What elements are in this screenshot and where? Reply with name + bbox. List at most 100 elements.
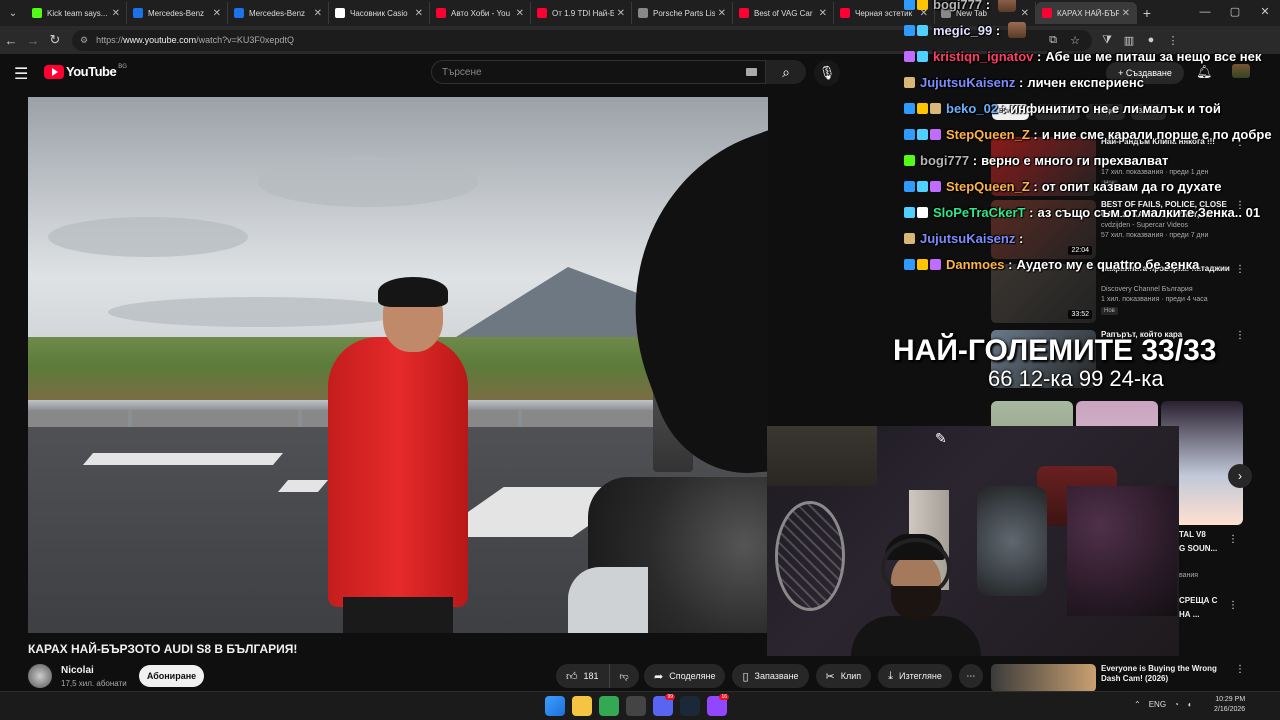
new-tab-button[interactable]: + <box>1137 5 1157 21</box>
chat-message: kristiqn_ignatov : Абе ше ме питаш за нещ… <box>904 46 1261 66</box>
video-title[interactable]: Everyone is Buying the Wrong Dash Cam! (… <box>1101 664 1236 684</box>
youtube-logo[interactable]: YouTube BG <box>44 64 127 79</box>
clock[interactable]: 10:29 PM 2/16/2026 <box>1214 695 1245 715</box>
close-tab-icon[interactable]: ✕ <box>819 8 827 19</box>
browser-tab[interactable]: Авто Хоби - You ✕ <box>430 2 531 24</box>
webcam-streamer-body <box>851 616 981 656</box>
language-indicator[interactable]: ENG <box>1149 700 1166 709</box>
tab-search-icon[interactable]: ⌄ <box>0 0 26 26</box>
browser-tab[interactable]: Mercedes-Benz ✕ <box>127 2 228 24</box>
channel-name[interactable]: Nicolai <box>61 665 94 676</box>
search-input[interactable]: Търсене <box>431 60 766 84</box>
subscribe-button[interactable]: Абониране <box>139 665 204 687</box>
chevron-right-icon[interactable]: › <box>1228 464 1252 488</box>
browser-tab[interactable]: Best of VAG Car ✕ <box>733 2 834 24</box>
close-tab-icon[interactable]: ✕ <box>1122 8 1130 19</box>
chat-username[interactable]: SloPeTraCkerT <box>933 205 1026 220</box>
file-explorer-icon[interactable] <box>572 696 592 716</box>
account-avatar[interactable] <box>1232 64 1250 78</box>
obs-icon[interactable] <box>626 696 646 716</box>
profile-icon[interactable]: ● <box>1140 34 1162 47</box>
extensions-icon[interactable]: ⧩ <box>1096 34 1118 47</box>
minimize-icon[interactable]: — <box>1190 0 1220 26</box>
notifications-bell-icon[interactable]: 🔔︎ <box>1196 64 1213 80</box>
chat-username[interactable]: beko_02 <box>946 101 998 116</box>
more-horiz-icon: ⋯ <box>966 670 976 681</box>
chat-separator: : <box>1033 48 1042 64</box>
download-button[interactable]: ⤓ Изтегляне <box>878 664 952 688</box>
close-tab-icon[interactable]: ✕ <box>213 8 221 19</box>
chat-username[interactable]: Danmoes <box>946 257 1005 272</box>
video-frame-cloud <box>258 157 478 207</box>
dislike-button[interactable]: 👎︎ <box>608 664 639 688</box>
more-vert-icon[interactable]: ⋮ <box>1235 264 1245 275</box>
steam-icon[interactable] <box>680 696 700 716</box>
chat-username[interactable]: megic_99 <box>933 23 992 38</box>
chrome-icon[interactable] <box>599 696 619 716</box>
like-button[interactable]: 👍︎ 181 <box>556 664 609 688</box>
windows-start-icon[interactable] <box>545 696 565 716</box>
more-vert-icon[interactable]: ⋮ <box>1235 330 1245 341</box>
chat-text: Аудето му е quattro бе зенка <box>1016 256 1200 272</box>
search-button[interactable]: ⌕ <box>766 60 806 84</box>
close-window-icon[interactable]: ✕ <box>1250 0 1280 26</box>
forward-icon[interactable]: → <box>22 33 44 48</box>
browser-tab[interactable]: КАРАХ НАЙ-БЪР ✕ <box>1036 2 1137 24</box>
close-tab-icon[interactable]: ✕ <box>516 8 524 19</box>
browser-tab[interactable]: Kick team says... ✕ <box>26 2 127 24</box>
keyboard-icon[interactable] <box>746 68 757 76</box>
close-tab-icon[interactable]: ✕ <box>415 8 423 19</box>
close-tab-icon[interactable]: ✕ <box>1021 8 1029 19</box>
webcam-headset <box>881 538 951 598</box>
close-tab-icon[interactable]: ✕ <box>718 8 726 19</box>
shelf-item-title[interactable]: TAL V8 <box>1179 530 1206 539</box>
shelf-item-subtitle[interactable]: G SOUN... <box>1179 544 1217 553</box>
video-thumbnail[interactable] <box>991 664 1096 692</box>
video-player[interactable] <box>28 97 768 633</box>
chat-username[interactable]: JujutsuKaisenz <box>920 75 1015 90</box>
video-channel[interactable]: cvdzijden - Supercar Videos <box>1101 222 1188 229</box>
speaker-icon[interactable]: ◖ <box>1187 700 1192 709</box>
browser-menu-icon[interactable]: ⋮ <box>1162 34 1184 47</box>
wifi-icon[interactable]: ◔ <box>1174 700 1179 709</box>
chevron-up-icon[interactable]: ⌃ <box>1134 700 1141 709</box>
site-info-icon[interactable]: ⚙ <box>80 35 88 46</box>
chat-message: bogi777 : верно е много ги прехвалват <box>904 150 1168 170</box>
browser-tab[interactable]: Часовник Casio ✕ <box>329 2 430 24</box>
chat-username[interactable]: JujutsuKaisenz <box>920 231 1015 246</box>
more-vert-icon[interactable]: ⋮ <box>1228 600 1238 611</box>
voice-search-button[interactable]: 🎙︎ <box>814 60 840 86</box>
browser-tab[interactable]: Mercedes-Benz ✕ <box>228 2 329 24</box>
discord-icon[interactable]: 99 <box>653 694 675 716</box>
close-tab-icon[interactable]: ✕ <box>617 8 625 19</box>
chat-username[interactable]: kristiqn_ignatov <box>933 49 1033 64</box>
youtube-wordmark: YouTube <box>66 64 117 79</box>
maximize-icon[interactable]: ▢ <box>1220 0 1250 26</box>
bookmark-star-icon[interactable]: ☆ <box>1064 34 1086 47</box>
shelf-item-title[interactable]: СРЕЩА С <box>1179 596 1217 605</box>
browser-tab[interactable]: От 1.9 TDI Най-Б ✕ <box>531 2 632 24</box>
close-tab-icon[interactable]: ✕ <box>314 8 322 19</box>
shelf-item-subtitle[interactable]: НА ... <box>1179 610 1199 619</box>
more-vert-icon[interactable]: ⋮ <box>1228 534 1238 545</box>
chat-username[interactable]: bogi777 <box>933 0 982 12</box>
chat-badge-icon <box>917 102 928 114</box>
more-vert-icon[interactable]: ⋮ <box>1235 664 1245 675</box>
side-panel-icon[interactable]: ▥ <box>1118 34 1140 47</box>
save-button[interactable]: ▯ Запазване <box>732 664 809 688</box>
channel-avatar[interactable] <box>28 664 52 688</box>
reload-icon[interactable]: ↻ <box>44 32 66 48</box>
chat-username[interactable]: StepQueen_Z <box>946 179 1030 194</box>
chat-username[interactable]: StepQueen_Z <box>946 127 1030 142</box>
back-icon[interactable]: ← <box>0 33 22 48</box>
chat-username[interactable]: bogi777 <box>920 153 969 168</box>
close-tab-icon[interactable]: ✕ <box>112 8 120 19</box>
clip-button[interactable]: ✂ Клип <box>815 664 872 688</box>
twitch-icon[interactable]: 16 <box>707 694 729 716</box>
browser-tab[interactable]: Porsche Parts List ✕ <box>632 2 733 24</box>
install-app-icon[interactable]: ⧉ <box>1042 34 1064 47</box>
guide-menu-icon[interactable]: ☰ <box>14 64 28 84</box>
video-channel[interactable]: Discovery Channel България <box>1101 286 1193 293</box>
share-button[interactable]: ➦ Споделяне <box>644 664 726 688</box>
more-actions-button[interactable]: ⋯ <box>958 664 983 688</box>
